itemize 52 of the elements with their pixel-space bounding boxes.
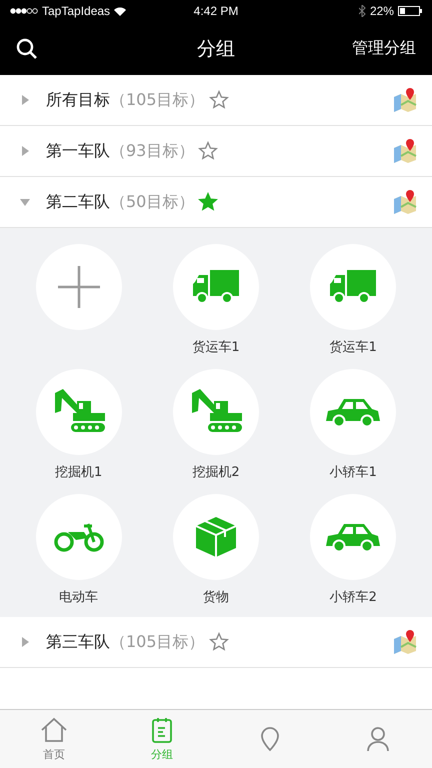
group-count: （93目标） (110, 140, 194, 162)
group-name: 第一车队 (46, 140, 110, 162)
member-label: 电动车 (59, 589, 98, 605)
disclosure-arrow-icon (20, 197, 30, 207)
member-label: 货物 (202, 589, 229, 605)
map-pin-icon[interactable] (392, 189, 418, 215)
battery-percent: 22% (370, 4, 394, 18)
excavator-icon (190, 389, 242, 435)
status-time: 4:42 PM (194, 4, 238, 18)
motorcycle-icon (54, 522, 104, 552)
plus-icon (58, 266, 100, 308)
truck-icon (192, 270, 239, 304)
tab-item[interactable]: 首页 (0, 710, 108, 768)
person-icon (366, 726, 390, 752)
map-pin-icon[interactable] (392, 629, 418, 655)
star-icon[interactable] (198, 192, 218, 212)
member-label: 挖掘机2 (192, 464, 240, 480)
member-label: 货运车1 (192, 339, 240, 355)
group-count: （105目标） (110, 90, 205, 110)
group-count: （105目标） (110, 632, 205, 652)
group-count: （50目标） (110, 192, 194, 212)
list-icon (151, 716, 173, 742)
star-icon[interactable] (198, 141, 218, 161)
group-name: 第二车队 (46, 192, 110, 212)
manage-groups-button[interactable]: 管理分组 (336, 38, 416, 59)
disclosure-arrow-icon (20, 637, 30, 647)
disclosure-arrow-icon (20, 95, 30, 105)
car-icon (326, 397, 380, 427)
member-label: 小轿车2 (330, 589, 377, 605)
home-icon (40, 716, 68, 742)
screen-title: 分组 (197, 36, 235, 62)
member-label: 挖掘机1 (55, 464, 102, 480)
group-name: 第三车队 (46, 632, 110, 652)
signal-icon (10, 8, 38, 14)
bluetooth-icon (358, 5, 366, 17)
disclosure-arrow-icon (20, 146, 30, 156)
map-pin-icon[interactable] (392, 138, 418, 164)
member-label: 小轿车1 (330, 464, 377, 480)
excavator-icon (52, 389, 105, 435)
truck-icon (330, 270, 376, 304)
map-pin-icon[interactable] (392, 87, 418, 113)
pin-icon (259, 726, 281, 752)
box-icon (196, 517, 236, 557)
wifi-icon (114, 6, 126, 16)
group-name: 所有目标 (46, 90, 110, 110)
star-icon[interactable] (208, 632, 229, 652)
star-icon[interactable] (208, 90, 229, 110)
car-icon (326, 522, 380, 552)
member-label: 货运车1 (330, 339, 377, 355)
battery-icon (398, 6, 422, 16)
search-icon[interactable] (16, 38, 38, 60)
carrier-name: TapTapIdeas (42, 4, 110, 18)
